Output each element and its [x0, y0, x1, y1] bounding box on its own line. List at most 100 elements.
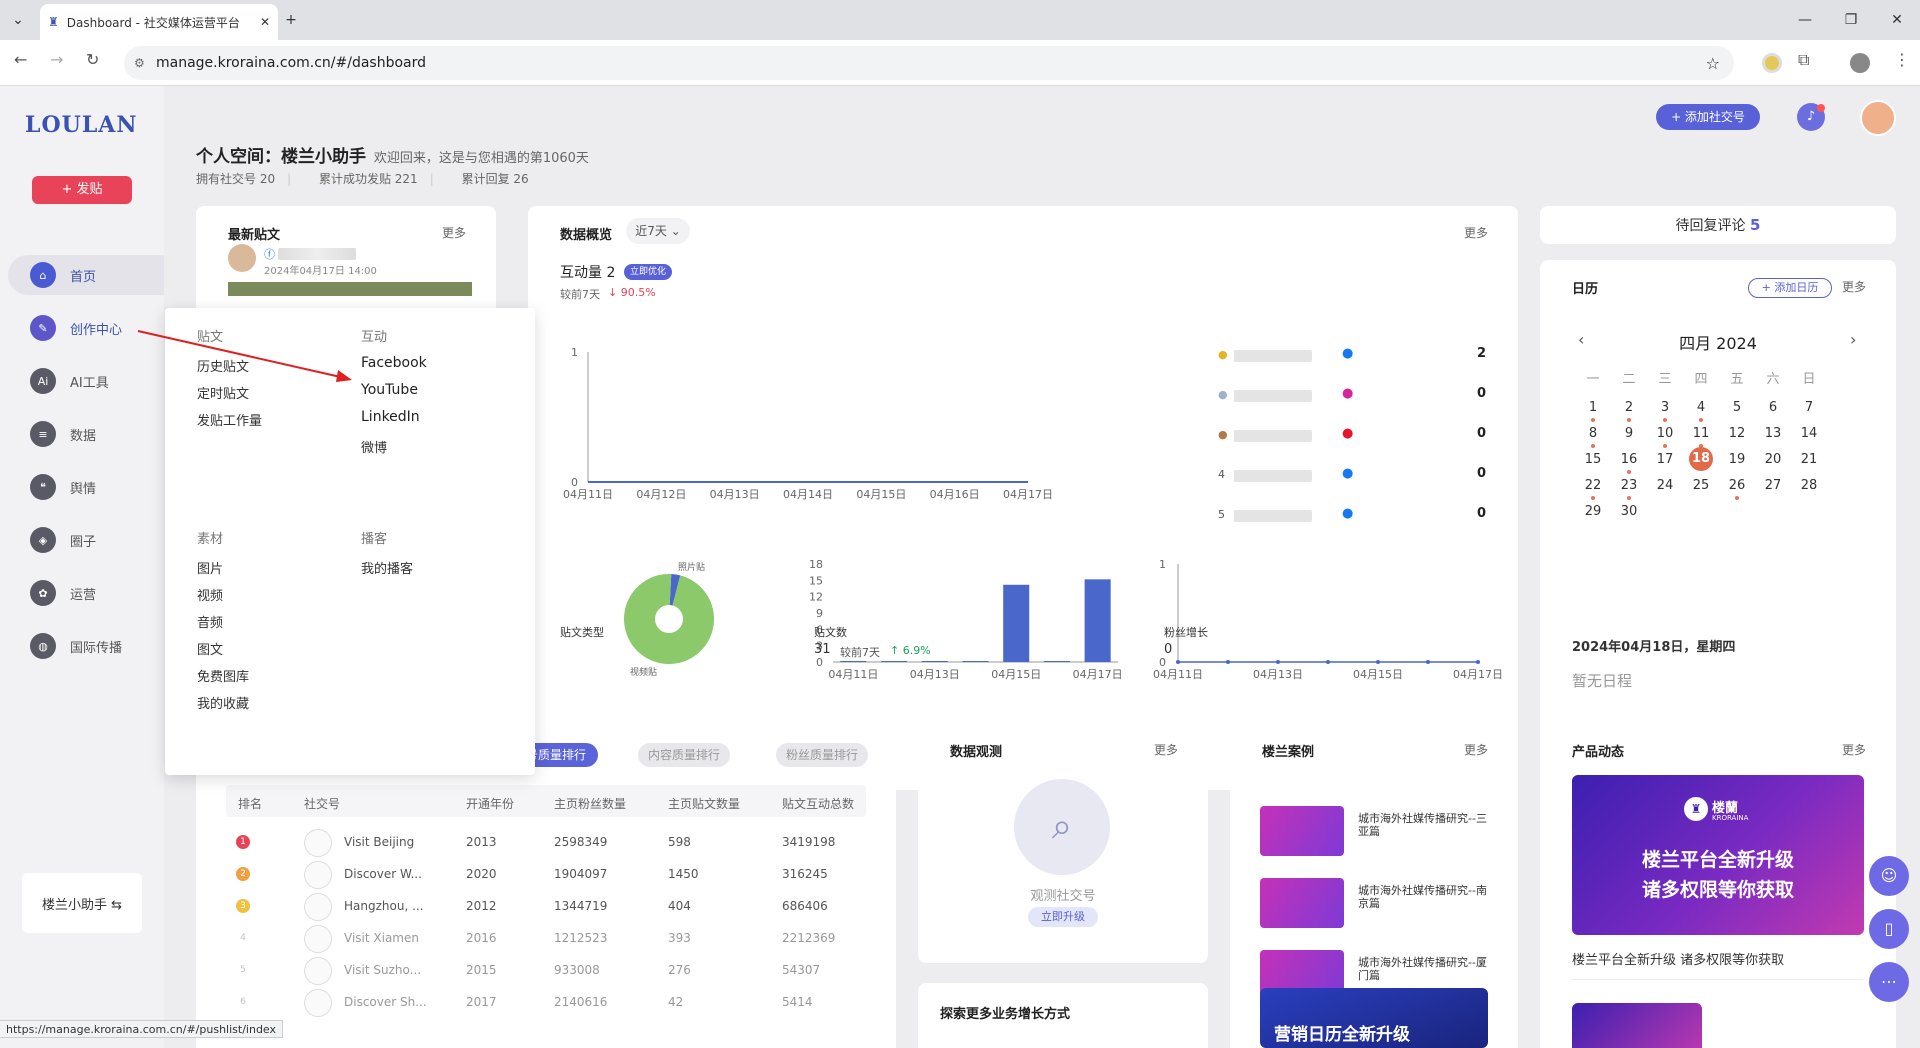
new-tab-icon[interactable]: +: [268, 0, 314, 40]
calendar-day[interactable]: 4: [1686, 400, 1716, 415]
calendar-day[interactable]: 20: [1758, 452, 1788, 467]
menu-item-podcast[interactable]: 我的播客: [361, 558, 413, 577]
calendar-day[interactable]: 29: [1578, 504, 1608, 519]
mobile-icon[interactable]: ▯: [1869, 909, 1909, 949]
robot-icon[interactable]: ☺: [1869, 856, 1909, 896]
post-button[interactable]: + 发贴: [32, 176, 132, 204]
calendar-day[interactable]: 10: [1650, 426, 1680, 441]
more-link[interactable]: 更多: [1154, 741, 1178, 758]
more-link[interactable]: 更多: [1464, 741, 1488, 758]
menu-item-favorites[interactable]: 我的收藏: [197, 693, 249, 712]
avatar[interactable]: [1860, 100, 1896, 136]
case-thumbnail[interactable]: [1260, 806, 1344, 856]
calendar-day[interactable]: 16: [1614, 452, 1644, 467]
calendar-day[interactable]: 27: [1758, 478, 1788, 493]
calendar-day[interactable]: 24: [1650, 478, 1680, 493]
ranking-row[interactable]: ● ● 0: [1218, 426, 1486, 446]
account-name[interactable]: Hangzhou, ...: [344, 899, 424, 913]
upgrade-button[interactable]: 立即升级: [1028, 907, 1098, 927]
menu-item-weibo[interactable]: 微博: [361, 437, 387, 456]
calendar-day[interactable]: 5: [1722, 400, 1752, 415]
account-name[interactable]: Visit Beijing: [344, 835, 414, 849]
calendar-day[interactable]: 21: [1794, 452, 1824, 467]
case-title[interactable]: 城市海外社媒传播研究--厦门篇: [1358, 956, 1488, 982]
calendar-day[interactable]: 1: [1578, 400, 1608, 415]
calendar-day[interactable]: 23: [1614, 478, 1644, 493]
calendar-day[interactable]: 28: [1794, 478, 1824, 493]
product-banner[interactable]: ♜ 楼蘭 KRORAINA 楼兰平台全新升级 诸多权限等你获取: [1572, 775, 1864, 935]
calendar-day[interactable]: 8: [1578, 426, 1608, 441]
menu-item-scheduled[interactable]: 定时贴文: [197, 383, 249, 402]
sidebar-item-global[interactable]: ◍ 国际传播: [8, 626, 164, 666]
logo[interactable]: LOULAN: [25, 112, 137, 138]
minimize-icon[interactable]: —: [1782, 0, 1828, 40]
forward-icon[interactable]: →: [50, 50, 63, 69]
more-link[interactable]: 更多: [1842, 741, 1866, 758]
account-name[interactable]: Discover W...: [344, 867, 422, 881]
tab-search-icon[interactable]: ⌄: [0, 0, 36, 40]
pending-card[interactable]: 待回复评论 5: [1540, 206, 1896, 244]
case-title[interactable]: 城市海外社媒传播研究--三亚篇: [1358, 812, 1488, 838]
quality-tab[interactable]: 粉丝质量排行: [776, 743, 868, 767]
menu-item-audio[interactable]: 音频: [197, 612, 223, 631]
sidebar-item-creation[interactable]: ✎ 创作中心: [8, 308, 164, 348]
ranking-row[interactable]: ● ● 0: [1218, 386, 1486, 406]
back-icon[interactable]: ←: [14, 50, 27, 69]
next-month-icon[interactable]: ›: [1850, 330, 1856, 349]
calendar-day[interactable]: 17: [1650, 452, 1680, 467]
calendar-day[interactable]: 6: [1758, 400, 1788, 415]
calendar-day[interactable]: 11: [1686, 426, 1716, 441]
post-image[interactable]: [228, 282, 472, 296]
calendar-day[interactable]: 2: [1614, 400, 1644, 415]
sidebar-item-ops[interactable]: ✿ 运营: [8, 573, 164, 613]
menu-item-linkedin[interactable]: LinkedIn: [361, 409, 420, 425]
puzzle-icon[interactable]: ⧉: [1798, 50, 1809, 70]
calendar-day[interactable]: 30: [1614, 504, 1644, 519]
calendar-day[interactable]: 26: [1722, 478, 1752, 493]
product-caption[interactable]: 楼兰平台全新升级 诸多权限等你获取: [1572, 949, 1784, 968]
menu-item-graphic[interactable]: 图文: [197, 639, 223, 658]
calendar-day[interactable]: 12: [1722, 426, 1752, 441]
product-thumb[interactable]: [1572, 1003, 1702, 1048]
account-name[interactable]: Visit Suzho...: [344, 963, 421, 977]
calendar-day[interactable]: 25: [1686, 478, 1716, 493]
close-window-icon[interactable]: ✕: [1874, 0, 1920, 40]
chat-more-icon[interactable]: ⋯: [1869, 962, 1909, 1002]
case-thumbnail[interactable]: [1260, 878, 1344, 928]
menu-dots-icon[interactable]: ⋮: [1894, 50, 1910, 69]
ranking-row[interactable]: 5 ● 0: [1218, 506, 1486, 526]
account-name[interactable]: Visit Xiamen: [344, 931, 419, 945]
reload-icon[interactable]: ↻: [86, 50, 99, 69]
menu-item-video[interactable]: 视频: [197, 585, 223, 604]
sidebar-item-ai[interactable]: Ai AI工具: [8, 361, 164, 401]
more-link[interactable]: 更多: [442, 224, 466, 241]
add-calendar-button[interactable]: + 添加日历: [1748, 278, 1832, 298]
sidebar-item-sentiment[interactable]: ❝ 舆情: [8, 467, 164, 507]
profile-icon[interactable]: [1850, 53, 1870, 73]
calendar-day[interactable]: 3: [1650, 400, 1680, 415]
extension-icon[interactable]: [1762, 53, 1782, 73]
sidebar-item-circle[interactable]: ◈ 圈子: [8, 520, 164, 560]
menu-item-youtube[interactable]: YouTube: [361, 382, 418, 398]
account-name[interactable]: Discover Sh...: [344, 995, 427, 1009]
calendar-day[interactable]: 15: [1578, 452, 1608, 467]
site-info-icon[interactable]: ⚙: [134, 56, 145, 70]
assistant-card[interactable]: 楼兰小助手 ⇆: [22, 873, 142, 933]
restore-icon[interactable]: ❐: [1828, 0, 1874, 40]
add-social-button[interactable]: + 添加社交号: [1656, 104, 1760, 130]
menu-item-image[interactable]: 图片: [197, 558, 223, 577]
url-field[interactable]: manage.kroraina.com.cn/#/dashboard ⚙ ☆: [124, 46, 1734, 80]
menu-item-free-gallery[interactable]: 免费图库: [197, 666, 249, 685]
calendar-day[interactable]: 19: [1722, 452, 1752, 467]
menu-item-facebook[interactable]: Facebook: [361, 355, 427, 371]
sidebar-item-home[interactable]: ⌂ 首页: [8, 255, 164, 295]
calendar-day[interactable]: 22: [1578, 478, 1608, 493]
ranking-row[interactable]: 4 ● 0: [1218, 466, 1486, 486]
quality-tab[interactable]: 内容质量排行: [638, 743, 730, 767]
calendar-day[interactable]: 14: [1794, 426, 1824, 441]
calendar-day[interactable]: 7: [1794, 400, 1824, 415]
menu-item-history[interactable]: 历史贴文: [197, 356, 249, 375]
ranking-row[interactable]: ● ● 2: [1218, 346, 1486, 366]
calendar-day[interactable]: 9: [1614, 426, 1644, 441]
more-link[interactable]: 更多: [1842, 278, 1866, 295]
